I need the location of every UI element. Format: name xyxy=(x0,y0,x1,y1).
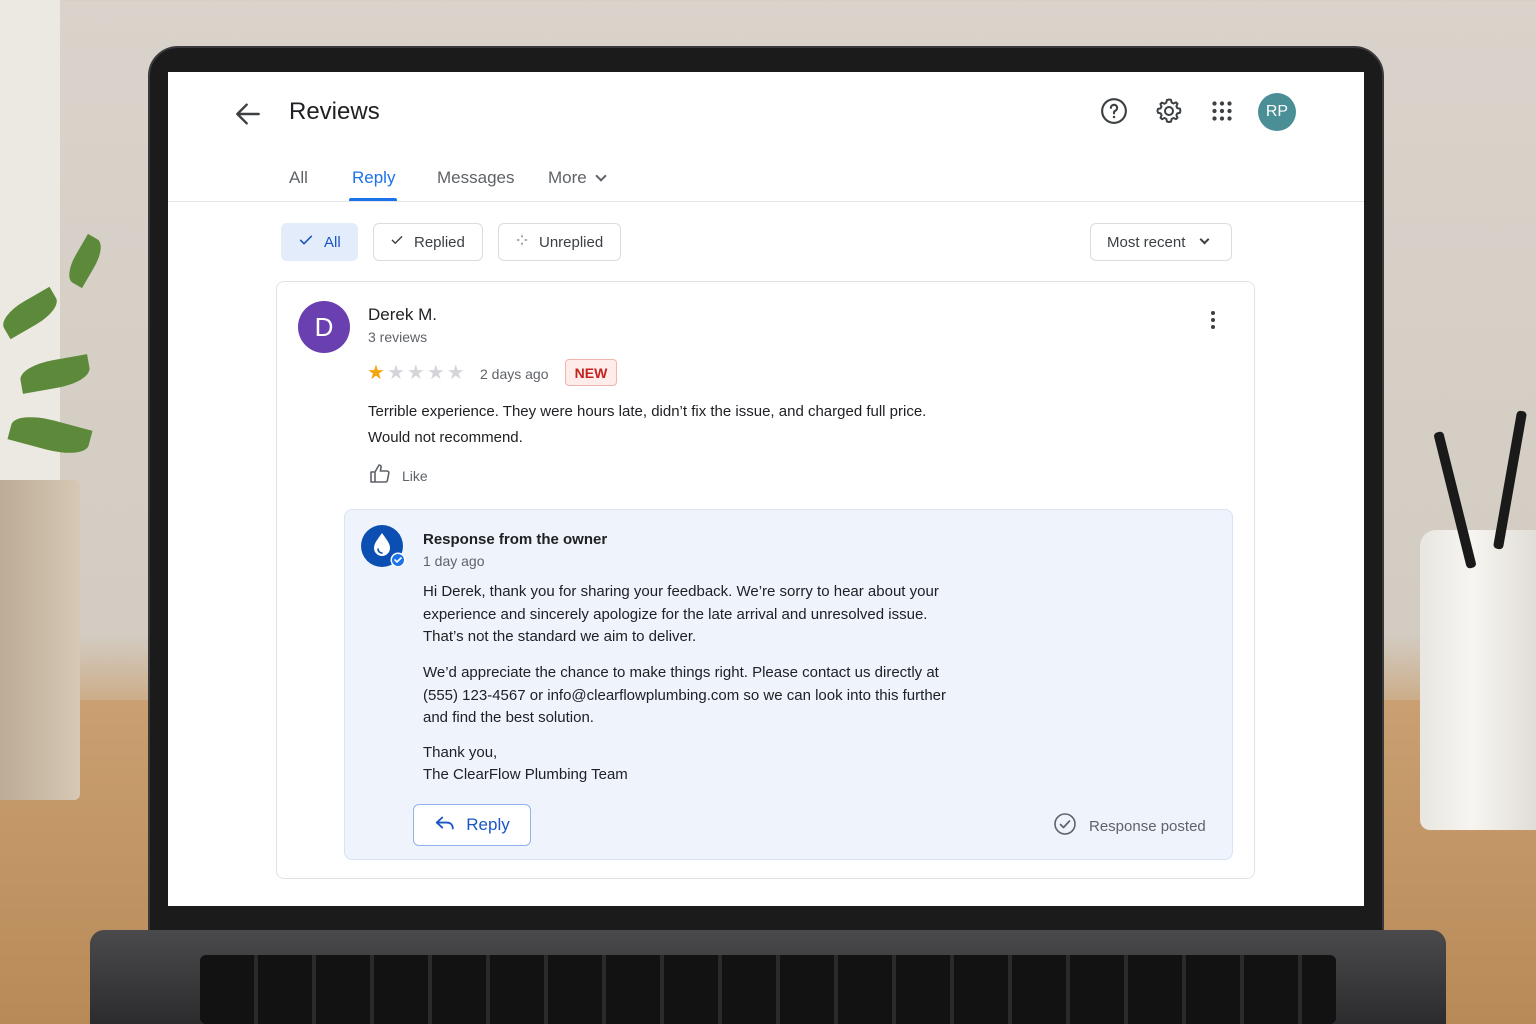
tab-more-label: More xyxy=(548,168,587,187)
check-icon xyxy=(298,232,314,252)
water-drop-icon xyxy=(360,524,406,570)
reply-button-label: Reply xyxy=(466,815,510,834)
review-time: 2 days ago xyxy=(480,366,549,382)
response-status-label: Response posted xyxy=(1089,817,1206,835)
tab-messages[interactable]: Messages xyxy=(437,168,514,188)
pen-cup xyxy=(1420,530,1536,830)
sort-dropdown[interactable]: Most recent xyxy=(1090,223,1232,261)
response-line: We’d appreciate the chance to make thing… xyxy=(423,664,939,681)
filter-chip-label: Replied xyxy=(414,233,465,251)
response-line: (555) 123-4567 or info@clearflowplumbing… xyxy=(423,686,946,704)
response-line: That’s not the standard we aim to delive… xyxy=(423,628,697,645)
gear-icon[interactable] xyxy=(1154,96,1184,126)
star-empty-icon: ★ xyxy=(386,362,405,384)
tab-bar: All Reply Messages More xyxy=(168,160,1364,202)
thumb-up-icon xyxy=(368,462,392,491)
reviewer-avatar: D xyxy=(298,301,350,353)
reviewer-review-count: 3 reviews xyxy=(368,329,428,345)
response-title: Response from the owner xyxy=(423,531,608,548)
check-icon xyxy=(390,233,404,251)
review-card: D Derek M. 3 reviews ★ ★ ★ ★ ★ 2 days ago NE… xyxy=(276,281,1255,879)
response-paragraph-2: We’d appreciate the chance to make thing… xyxy=(423,662,993,730)
star-empty-icon: ★ xyxy=(406,362,425,384)
chevron-down-icon xyxy=(1199,234,1210,244)
verified-badge-icon xyxy=(390,552,406,568)
response-time: 1 day ago xyxy=(423,553,485,569)
app-header: Reviews RP xyxy=(168,72,1364,152)
like-label: Like xyxy=(402,468,428,484)
star-rating: ★ ★ ★ ★ ★ xyxy=(367,362,465,384)
review-text: Terrible experience. They were hours lat… xyxy=(368,399,988,451)
plant-pot xyxy=(0,480,80,800)
plant-leaf xyxy=(62,233,108,289)
star-empty-icon: ★ xyxy=(426,362,445,384)
account-avatar[interactable]: RP xyxy=(1258,93,1296,131)
active-tab-indicator xyxy=(349,198,397,201)
star-filled-icon: ★ xyxy=(367,362,385,384)
tab-reply[interactable]: Reply xyxy=(352,168,395,188)
response-status: Response posted xyxy=(1053,812,1206,840)
page-title: Reviews xyxy=(289,98,380,125)
filter-chip-all[interactable]: All xyxy=(281,223,358,261)
back-arrow-icon[interactable] xyxy=(232,98,264,130)
review-text-line: Terrible experience. They were hours lat… xyxy=(368,403,927,420)
reply-arrow-icon xyxy=(434,812,456,839)
response-paragraph-1: Hi Derek, thank you for sharing your fee… xyxy=(423,581,993,649)
reply-button[interactable]: Reply xyxy=(413,804,531,846)
filter-chip-label: All xyxy=(324,233,341,251)
star-empty-icon: ★ xyxy=(446,362,465,384)
response-line: Hi Derek, thank you for sharing your fee… xyxy=(423,583,939,600)
review-text-line: Would not recommend. xyxy=(368,429,523,446)
pen xyxy=(1492,410,1528,550)
tab-more[interactable]: More xyxy=(548,168,607,188)
chevron-down-icon xyxy=(595,170,607,182)
more-vert-icon[interactable] xyxy=(1201,308,1225,332)
reviewer-name: Derek M. xyxy=(368,305,437,324)
response-signoff: Thank you, The ClearFlow Plumbing Team xyxy=(423,742,993,786)
filter-chip-unreplied[interactable]: Unreplied xyxy=(498,223,621,261)
like-button[interactable]: Like xyxy=(368,463,428,489)
help-icon[interactable] xyxy=(1099,96,1129,126)
new-badge: NEW xyxy=(565,359,617,386)
sort-label: Most recent xyxy=(1107,233,1186,251)
filter-chip-label: Unreplied xyxy=(539,233,604,251)
response-line: experience and sincerely apologize for t… xyxy=(423,605,928,623)
check-circle-icon xyxy=(1053,812,1077,840)
keyboard xyxy=(200,955,1336,1024)
response-line: Thank you, xyxy=(423,744,498,761)
sparkle-icon xyxy=(515,233,529,251)
response-line: and find the best solution. xyxy=(423,709,594,726)
filter-chip-replied[interactable]: Replied xyxy=(373,223,483,261)
tab-all[interactable]: All xyxy=(289,168,308,188)
apps-grid-icon[interactable] xyxy=(1207,96,1237,126)
screen: Reviews RP All Reply Messages More All R… xyxy=(168,72,1364,906)
response-line: The ClearFlow Plumbing Team xyxy=(423,766,628,783)
owner-response: Response from the owner 1 day ago Hi Der… xyxy=(344,509,1233,860)
